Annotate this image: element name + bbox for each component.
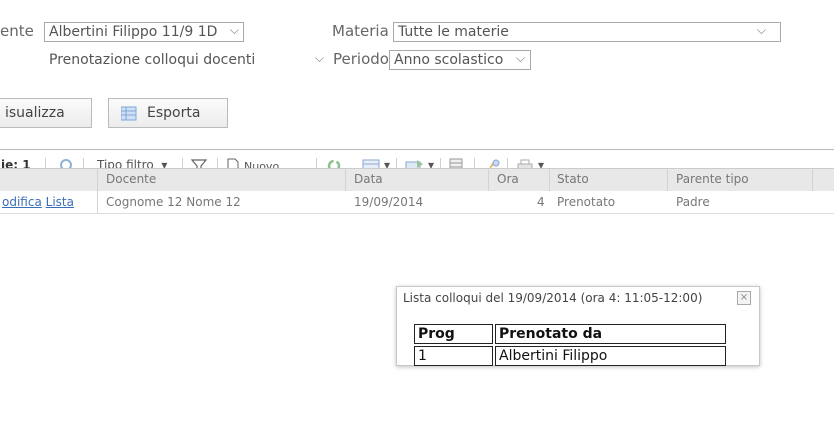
cell-data: 19/09/2014 <box>354 195 424 209</box>
periodo-label: Periodo <box>333 50 389 68</box>
chevron-down-icon: ⌵ <box>756 23 766 37</box>
column-header-data[interactable]: Data <box>354 172 383 186</box>
tipo-select-value: Prenotazione colloqui docenti <box>49 52 256 68</box>
column-header-docente[interactable]: Docente <box>106 172 156 186</box>
esporta-label: Esporta <box>147 105 201 121</box>
studente-select-value: Albertini Filippo 11/9 1D <box>49 24 218 40</box>
excel-icon <box>120 106 137 121</box>
column-divider <box>812 169 813 191</box>
cell-ora: 4 <box>537 195 545 209</box>
chevron-down-icon: ⌵ <box>515 51 525 65</box>
cell-parente-tipo: Padre <box>676 195 710 209</box>
column-header-parente-tipo[interactable]: Parente tipo <box>676 172 749 186</box>
row-links: odifica Lista <box>2 195 74 209</box>
cell-stato: Prenotato <box>557 195 616 209</box>
column-divider <box>97 191 98 213</box>
lista-link[interactable]: Lista <box>46 195 74 209</box>
column-divider <box>488 169 489 191</box>
column-header-ora[interactable]: Ora <box>497 172 519 186</box>
studente-select[interactable]: Albertini Filippo 11/9 1D ⌵ <box>44 22 244 42</box>
prenotazioni-table: Prog Prenotato da 1 Albertini Filippo <box>412 322 728 368</box>
column-header-stato[interactable]: Stato <box>557 172 589 186</box>
materia-select-value: Tutte le materie <box>398 24 509 40</box>
table-header-row: Prog Prenotato da <box>414 324 726 344</box>
modifica-link[interactable]: odifica <box>2 195 42 209</box>
chevron-down-icon: ⌵ <box>314 51 324 65</box>
close-icon[interactable]: × <box>737 291 751 305</box>
chevron-down-icon: ⌵ <box>229 23 239 37</box>
column-divider <box>345 169 346 191</box>
column-divider <box>97 169 98 191</box>
table-row[interactable]: odifica Lista Cognome 12 Nome 12 19/09/2… <box>0 191 834 214</box>
periodo-select-value: Anno scolastico <box>394 52 504 68</box>
popup-title: Lista colloqui del 19/09/2014 (ora 4: 11… <box>403 291 703 305</box>
colloqui-popup: Lista colloqui del 19/09/2014 (ora 4: 11… <box>396 286 760 366</box>
cell-docente: Cognome 12 Nome 12 <box>106 195 241 209</box>
esporta-button[interactable]: Esporta <box>108 98 228 128</box>
visualizza-button[interactable]: isualizza <box>0 98 92 128</box>
studente-label: ente <box>0 22 34 40</box>
grid-header: Docente Data Ora Stato Parente tipo <box>0 168 834 192</box>
column-header-prog: Prog <box>414 324 493 344</box>
cell-prog: 1 <box>414 346 493 366</box>
periodo-select[interactable]: Anno scolastico ⌵ <box>389 50 531 70</box>
column-divider <box>667 169 668 191</box>
visualizza-label: isualizza <box>5 105 65 121</box>
materia-select[interactable]: Tutte le materie ⌵ <box>393 22 781 42</box>
cell-prenotato-da: Albertini Filippo <box>495 346 726 366</box>
column-header-prenotato-da: Prenotato da <box>495 324 726 344</box>
table-row: 1 Albertini Filippo <box>414 346 726 366</box>
tipo-select[interactable]: Prenotazione colloqui docenti ⌵ <box>44 50 327 70</box>
column-divider <box>549 169 550 191</box>
materia-label: Materia <box>332 22 389 40</box>
